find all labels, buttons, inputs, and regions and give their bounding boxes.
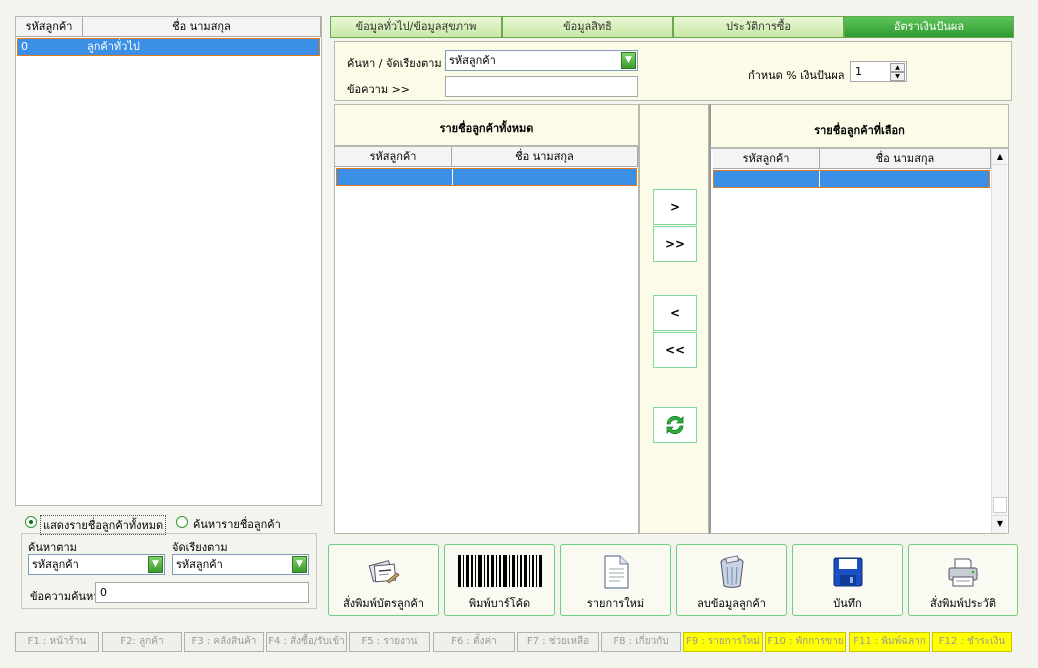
all-customers-title: รายชื่อลูกค้าทั้งหมด (439, 122, 534, 135)
column-header-name[interactable]: ชื่อ นามสกุล (820, 149, 991, 169)
floppy-disk-icon (833, 557, 862, 587)
delete-customer-button[interactable]: ลบข้อมูลลูกค้า (676, 544, 787, 616)
scrollbar[interactable]: ▲ ▼ (991, 149, 1008, 533)
print-history-button[interactable]: สั่งพิมพ์ประวัติ (908, 544, 1018, 616)
radio-show-all[interactable] (25, 516, 37, 528)
radio-search[interactable] (176, 516, 188, 528)
search-text-label: ข้อความค้นหา (30, 590, 100, 603)
customer-list[interactable]: รหัสลูกค้า ชื่อ นามสกุล 0 ลูกค้าทั่วไป (15, 16, 322, 506)
selected-customers-table[interactable]: รหัสลูกค้า ชื่อ นามสกุล ▲ ▼ (709, 148, 1009, 534)
table-row[interactable] (336, 168, 637, 186)
fkey-f8[interactable]: F8 : เกี่ยวกับ (601, 632, 681, 652)
fkey-f2[interactable]: F2: ลูกค้า (102, 632, 182, 652)
tab-general[interactable]: ข้อมูลทั่วไป/ข้อมูลสุขภาพ (330, 16, 502, 38)
add-one-button[interactable]: > (653, 189, 697, 225)
scroll-down-icon[interactable]: ▼ (992, 515, 1008, 531)
sort-by-value: รหัสลูกค้า (176, 558, 223, 571)
search-by-value: รหัสลูกค้า (32, 558, 79, 571)
new-item-button[interactable]: รายการใหม่ (560, 544, 671, 616)
cell-divider (819, 171, 820, 187)
text-label: ข้อความ >> (347, 83, 411, 96)
print-card-label: สั่งพิมพ์บัตรลูกค้า (343, 597, 424, 610)
spin-up-icon[interactable]: ▲ (890, 63, 905, 72)
new-document-icon (603, 555, 629, 589)
print-barcode-label: พิมพ์บาร์โค้ด (468, 597, 531, 610)
search-sort-value: รหัสลูกค้า (449, 54, 496, 67)
tab-rights[interactable]: ข้อมูลสิทธิ (502, 16, 673, 38)
fkey-f10[interactable]: F10 : พักการขาย (765, 632, 846, 652)
fkey-f11[interactable]: F11 : พิมพ์ฉลาก (849, 632, 930, 652)
fkey-f5[interactable]: F5 : รายงาน (349, 632, 430, 652)
search-text-value: 0 (100, 586, 107, 599)
tab-dividend-rate[interactable]: อัตราเงินปันผล (844, 16, 1014, 38)
radio-show-all-label: แสดงรายชื่อลูกค้าทั้งหมด (40, 515, 167, 535)
refresh-button[interactable] (653, 407, 697, 443)
add-all-button[interactable]: >> (653, 226, 697, 262)
dividend-spinner[interactable]: 1 ▲ ▼ (850, 61, 907, 82)
print-barcode-button[interactable]: พิมพ์บาร์โค้ด (444, 544, 555, 616)
chevron-down-icon[interactable]: ▼ (292, 556, 307, 573)
fkey-f4[interactable]: F4 : สั่งซื้อ/รับเข้า (266, 632, 347, 652)
fkey-f7[interactable]: F7 : ช่วยเหลือ (517, 632, 599, 652)
tab-purchase-history[interactable]: ประวัติการซื้อ (673, 16, 844, 38)
chevron-down-icon[interactable]: ▼ (621, 52, 636, 69)
table-row[interactable]: 0 ลูกค้าทั่วไป (17, 38, 320, 56)
spin-down-icon[interactable]: ▼ (890, 72, 905, 81)
all-customers-table[interactable]: รหัสลูกค้า ชื่อ นามสกุล (334, 146, 639, 534)
refresh-icon (666, 415, 684, 435)
scroll-up-icon[interactable]: ▲ (992, 149, 1008, 165)
cell-name: ลูกค้าทั่วไป (87, 40, 140, 53)
search-sort-select[interactable]: รหัสลูกค้า ▼ (445, 50, 638, 71)
print-history-label: สั่งพิมพ์ประวัติ (930, 597, 996, 610)
print-card-button[interactable]: สั่งพิมพ์บัตรลูกค้า (328, 544, 439, 616)
dividend-label: กำหนด % เงินปันผล (748, 69, 845, 82)
remove-all-button[interactable]: << (653, 332, 697, 368)
scroll-thumb[interactable] (993, 497, 1007, 513)
fkey-f12[interactable]: F12 : ชำระเงิน (932, 632, 1012, 652)
remove-one-button[interactable]: < (653, 295, 697, 331)
sort-by-select[interactable]: รหัสลูกค้า ▼ (172, 554, 309, 575)
selected-customers-header: รายชื่อลูกค้าที่เลือก (709, 104, 1009, 148)
fkey-f6[interactable]: F6 : ตั้งค่า (433, 632, 515, 652)
save-button[interactable]: บันทึก (792, 544, 903, 616)
column-header-code[interactable]: รหัสลูกค้า (16, 17, 83, 37)
column-header-name[interactable]: ชื่อ นามสกุล (452, 147, 638, 167)
column-header-name[interactable]: ชื่อ นามสกุล (83, 17, 321, 37)
selected-customers-title: รายชื่อลูกค้าที่เลือก (814, 124, 905, 137)
fkey-f3[interactable]: F3 : คลังสินค้า (184, 632, 264, 652)
save-label: บันทึก (833, 597, 862, 610)
column-header-code[interactable]: รหัสลูกค้า (713, 149, 820, 169)
card-print-icon (368, 560, 400, 584)
search-by-select[interactable]: รหัสลูกค้า ▼ (28, 554, 165, 575)
barcode-icon (457, 555, 542, 587)
table-row[interactable] (713, 170, 990, 188)
dividend-value: 1 (855, 65, 862, 78)
chevron-down-icon[interactable]: ▼ (148, 556, 163, 573)
printer-icon (948, 558, 978, 587)
cell-code: 0 (21, 40, 28, 53)
search-sort-label: ค้นหา / จัดเรียงตาม (347, 57, 442, 70)
new-item-label: รายการใหม่ (586, 597, 645, 610)
fkey-f1[interactable]: F1 : หน้าร้าน (15, 632, 99, 652)
radio-search-label: ค้นหารายชื่อลูกค้า (193, 518, 281, 531)
cell-divider (452, 169, 453, 185)
text-input[interactable] (445, 76, 638, 97)
all-customers-header: รายชื่อลูกค้าทั้งหมด (334, 104, 639, 146)
column-header-code[interactable]: รหัสลูกค้า (335, 147, 452, 167)
trash-icon (720, 555, 743, 588)
delete-customer-label: ลบข้อมูลลูกค้า (697, 597, 766, 610)
search-text-input[interactable]: 0 (95, 582, 309, 603)
fkey-f9[interactable]: F9 : รายการใหม่ (683, 632, 763, 652)
